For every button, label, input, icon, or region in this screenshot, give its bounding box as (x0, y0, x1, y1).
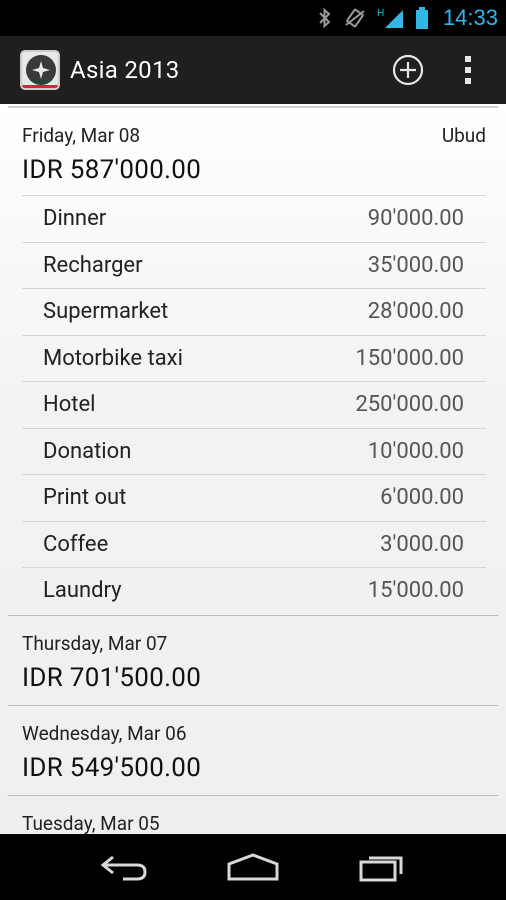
app-title: Asia 2013 (70, 56, 180, 84)
back-icon (100, 855, 147, 881)
expense-item[interactable]: Laundry 15'000.00 (22, 567, 486, 614)
overflow-menu-icon (465, 56, 471, 84)
bluetooth-icon (317, 6, 333, 30)
vibrate-icon (343, 6, 367, 30)
clock: 14:33 (442, 5, 498, 30)
action-bar: Asia 2013 (0, 36, 506, 104)
day-date: Thursday, Mar 07 (22, 632, 168, 655)
expense-item[interactable]: Dinner 90'000.00 (22, 195, 486, 242)
add-button[interactable] (378, 36, 438, 104)
day-date: Tuesday, Mar 05 (22, 812, 160, 834)
expense-item[interactable]: Hotel 250'000.00 (22, 381, 486, 428)
recent-apps-button[interactable] (342, 834, 422, 900)
day-total: IDR 549'500.00 (22, 753, 202, 783)
navigation-bar (0, 834, 506, 900)
recent-apps-icon (359, 856, 403, 882)
svg-text:H: H (377, 8, 384, 19)
overflow-menu-button[interactable] (438, 36, 498, 104)
day-group[interactable]: Thursday, Mar 07 IDR 701'500.00 (0, 616, 506, 706)
day-total: IDR 701'500.00 (22, 663, 202, 693)
expense-name: Supermarket (43, 299, 169, 325)
expense-amount: 35'000.00 (367, 252, 464, 278)
expense-amount: 15'000.00 (367, 578, 464, 604)
expense-name: Recharger (43, 252, 143, 278)
expense-name: Print out (43, 485, 127, 511)
expense-item[interactable]: Recharger 35'000.00 (22, 241, 486, 289)
expense-name: Hotel (43, 392, 96, 418)
expense-amount: 3'000.00 (380, 531, 464, 557)
day-date: Friday, Mar 08 (22, 124, 141, 147)
expense-name: Donation (43, 438, 132, 464)
status-bar: H 14:33 (0, 0, 506, 36)
day-group[interactable]: Friday, Mar 08 Ubud IDR 587'000.00 Dinne… (0, 104, 506, 616)
signal-icon: H (377, 6, 405, 30)
home-icon (227, 853, 279, 881)
app-logo-icon[interactable] (20, 50, 60, 90)
expense-amount: 90'000.00 (367, 206, 464, 232)
day-group[interactable]: Tuesday, Mar 05 (0, 796, 506, 834)
expense-name: Laundry (43, 578, 122, 604)
expense-name: Coffee (43, 531, 109, 557)
expense-amount: 6'000.00 (380, 485, 464, 511)
expense-list[interactable]: Friday, Mar 08 Ubud IDR 587'000.00 Dinne… (0, 104, 506, 834)
day-date: Wednesday, Mar 06 (22, 722, 187, 745)
expense-item[interactable]: Donation 10'000.00 (22, 427, 486, 475)
expense-amount: 150'000.00 (355, 345, 464, 371)
expense-amount: 28'000.00 (367, 299, 464, 325)
back-button[interactable] (84, 834, 164, 900)
expense-item[interactable]: Supermarket 28'000.00 (22, 288, 486, 335)
expense-items: Dinner 90'000.00 Recharger 35'000.00 Super… (22, 195, 486, 614)
expense-name: Motorbike taxi (43, 345, 183, 371)
expense-amount: 10'000.00 (367, 438, 464, 464)
expense-amount: 250'000.00 (355, 392, 464, 418)
home-button[interactable] (213, 834, 293, 900)
expense-item[interactable]: Motorbike taxi 150'000.00 (22, 334, 486, 382)
day-group[interactable]: Wednesday, Mar 06 IDR 549'500.00 (0, 706, 506, 796)
add-circle-icon (392, 54, 424, 86)
day-place: Ubud (441, 124, 486, 147)
day-total: IDR 587'000.00 (22, 155, 202, 185)
expense-item[interactable]: Coffee 3'000.00 (22, 520, 486, 568)
expense-name: Dinner (43, 206, 107, 232)
expense-item[interactable]: Print out 6'000.00 (22, 474, 486, 521)
battery-icon (415, 6, 429, 30)
